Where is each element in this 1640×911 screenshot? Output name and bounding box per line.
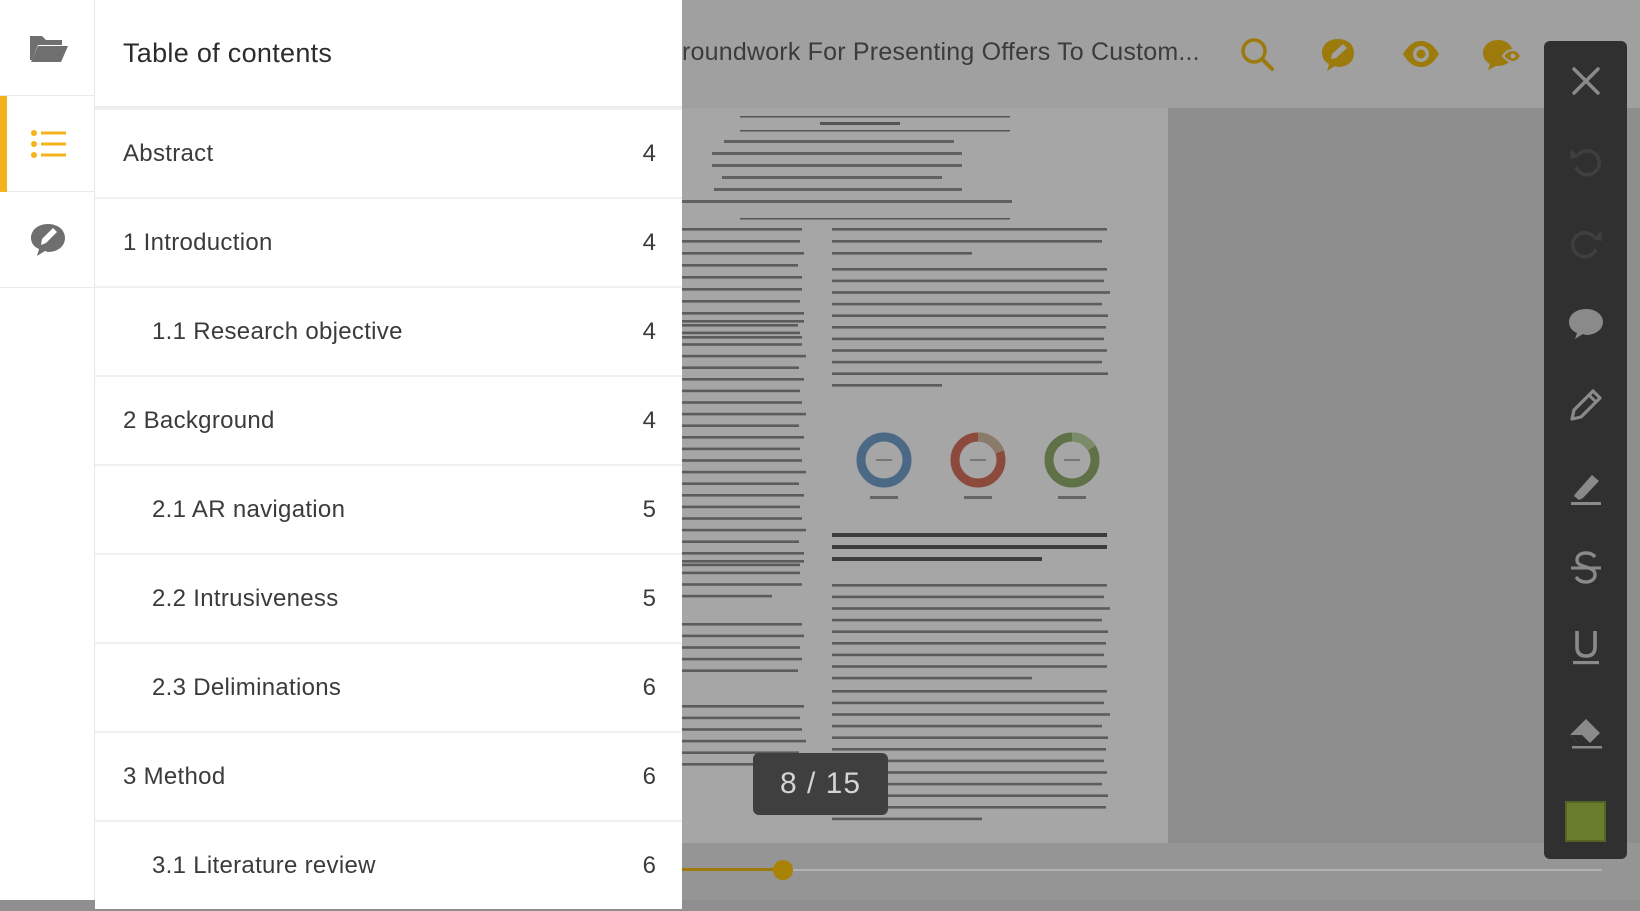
annotation-toolbar bbox=[1544, 41, 1627, 859]
toc-item[interactable]: Abstract 4 bbox=[95, 110, 682, 197]
redo-icon[interactable] bbox=[1544, 207, 1627, 279]
slider-handle[interactable] bbox=[773, 860, 794, 880]
toc-item-page: 4 bbox=[642, 406, 656, 434]
toc-list: Abstract 4 1 Introduction 4 1.1 Research obj… bbox=[95, 110, 682, 911]
close-icon[interactable] bbox=[1544, 45, 1627, 117]
toc-title: Table of contents bbox=[123, 38, 333, 68]
undo-icon[interactable] bbox=[1544, 125, 1627, 197]
toc-item-label: 2.1 AR navigation bbox=[152, 495, 346, 523]
toc-item-page: 6 bbox=[642, 762, 656, 790]
toc-item-page: 4 bbox=[642, 228, 656, 256]
comment-icon[interactable] bbox=[1544, 287, 1627, 359]
toc-item[interactable]: 2.2 Intrusiveness 5 bbox=[95, 555, 682, 642]
toc-item[interactable]: 2.1 AR navigation 5 bbox=[95, 466, 682, 553]
toc-item[interactable]: 3.1 Literature review 6 bbox=[95, 822, 682, 909]
hide-annotations-icon[interactable] bbox=[1481, 34, 1521, 74]
toc-item-page: 6 bbox=[642, 673, 656, 701]
toc-item-label: 2 Background bbox=[123, 406, 275, 434]
toc-item-label: 2.2 Intrusiveness bbox=[152, 584, 339, 612]
eye-icon[interactable] bbox=[1401, 34, 1441, 74]
page-counter: 8 / 15 bbox=[753, 753, 888, 815]
slider-track[interactable] bbox=[682, 869, 1602, 871]
annotations-icon bbox=[26, 218, 70, 262]
pen-icon[interactable] bbox=[1544, 369, 1627, 441]
toc-item-page: 6 bbox=[642, 851, 656, 879]
comment-edit-icon[interactable] bbox=[1318, 34, 1358, 74]
document-page[interactable] bbox=[682, 108, 1168, 843]
underline-icon[interactable] bbox=[1544, 611, 1627, 683]
eraser-icon[interactable] bbox=[1544, 695, 1627, 767]
rail-item-annotations[interactable] bbox=[0, 192, 95, 288]
toc-item-label: Abstract bbox=[123, 139, 214, 167]
toc-item-label: 1 Introduction bbox=[123, 228, 273, 256]
search-icon[interactable] bbox=[1237, 34, 1277, 74]
toc-item-label: 2.3 Deliminations bbox=[152, 673, 342, 701]
toc-item-page: 4 bbox=[642, 317, 656, 345]
document-title: roundwork For Presenting Offers To Custo… bbox=[682, 38, 1200, 66]
document-page-content bbox=[682, 116, 1110, 821]
rail-item-files[interactable] bbox=[0, 0, 95, 96]
highlighter-icon[interactable] bbox=[1544, 451, 1627, 523]
toc-item-page: 5 bbox=[642, 495, 656, 523]
rail-item-contents[interactable] bbox=[0, 96, 95, 192]
toc-item[interactable]: 1.1 Research objective 4 bbox=[95, 288, 682, 375]
folder-open-icon bbox=[26, 26, 70, 70]
toc-item-page: 4 bbox=[642, 139, 656, 167]
toc-panel: Table of contents Abstract 4 1 Introductio… bbox=[95, 0, 682, 909]
sidebar-rail bbox=[0, 0, 95, 900]
toc-item-label: 3.1 Literature review bbox=[152, 851, 376, 879]
list-icon bbox=[26, 122, 70, 166]
color-picker-swatch[interactable] bbox=[1565, 801, 1606, 842]
toc-item-label: 3 Method bbox=[123, 762, 226, 790]
toc-header: Table of contents bbox=[95, 0, 682, 108]
slider-progress bbox=[682, 868, 784, 871]
toc-item[interactable]: 3 Method 6 bbox=[95, 733, 682, 820]
toc-item-label: 1.1 Research objective bbox=[152, 317, 403, 345]
toc-item[interactable]: 2.3 Deliminations 6 bbox=[95, 644, 682, 731]
toc-item[interactable]: 2 Background 4 bbox=[95, 377, 682, 464]
toc-item-page: 5 bbox=[642, 584, 656, 612]
toc-item[interactable]: 1 Introduction 4 bbox=[95, 199, 682, 286]
page-slider[interactable] bbox=[682, 843, 1640, 900]
strikethrough-icon[interactable] bbox=[1544, 531, 1627, 603]
